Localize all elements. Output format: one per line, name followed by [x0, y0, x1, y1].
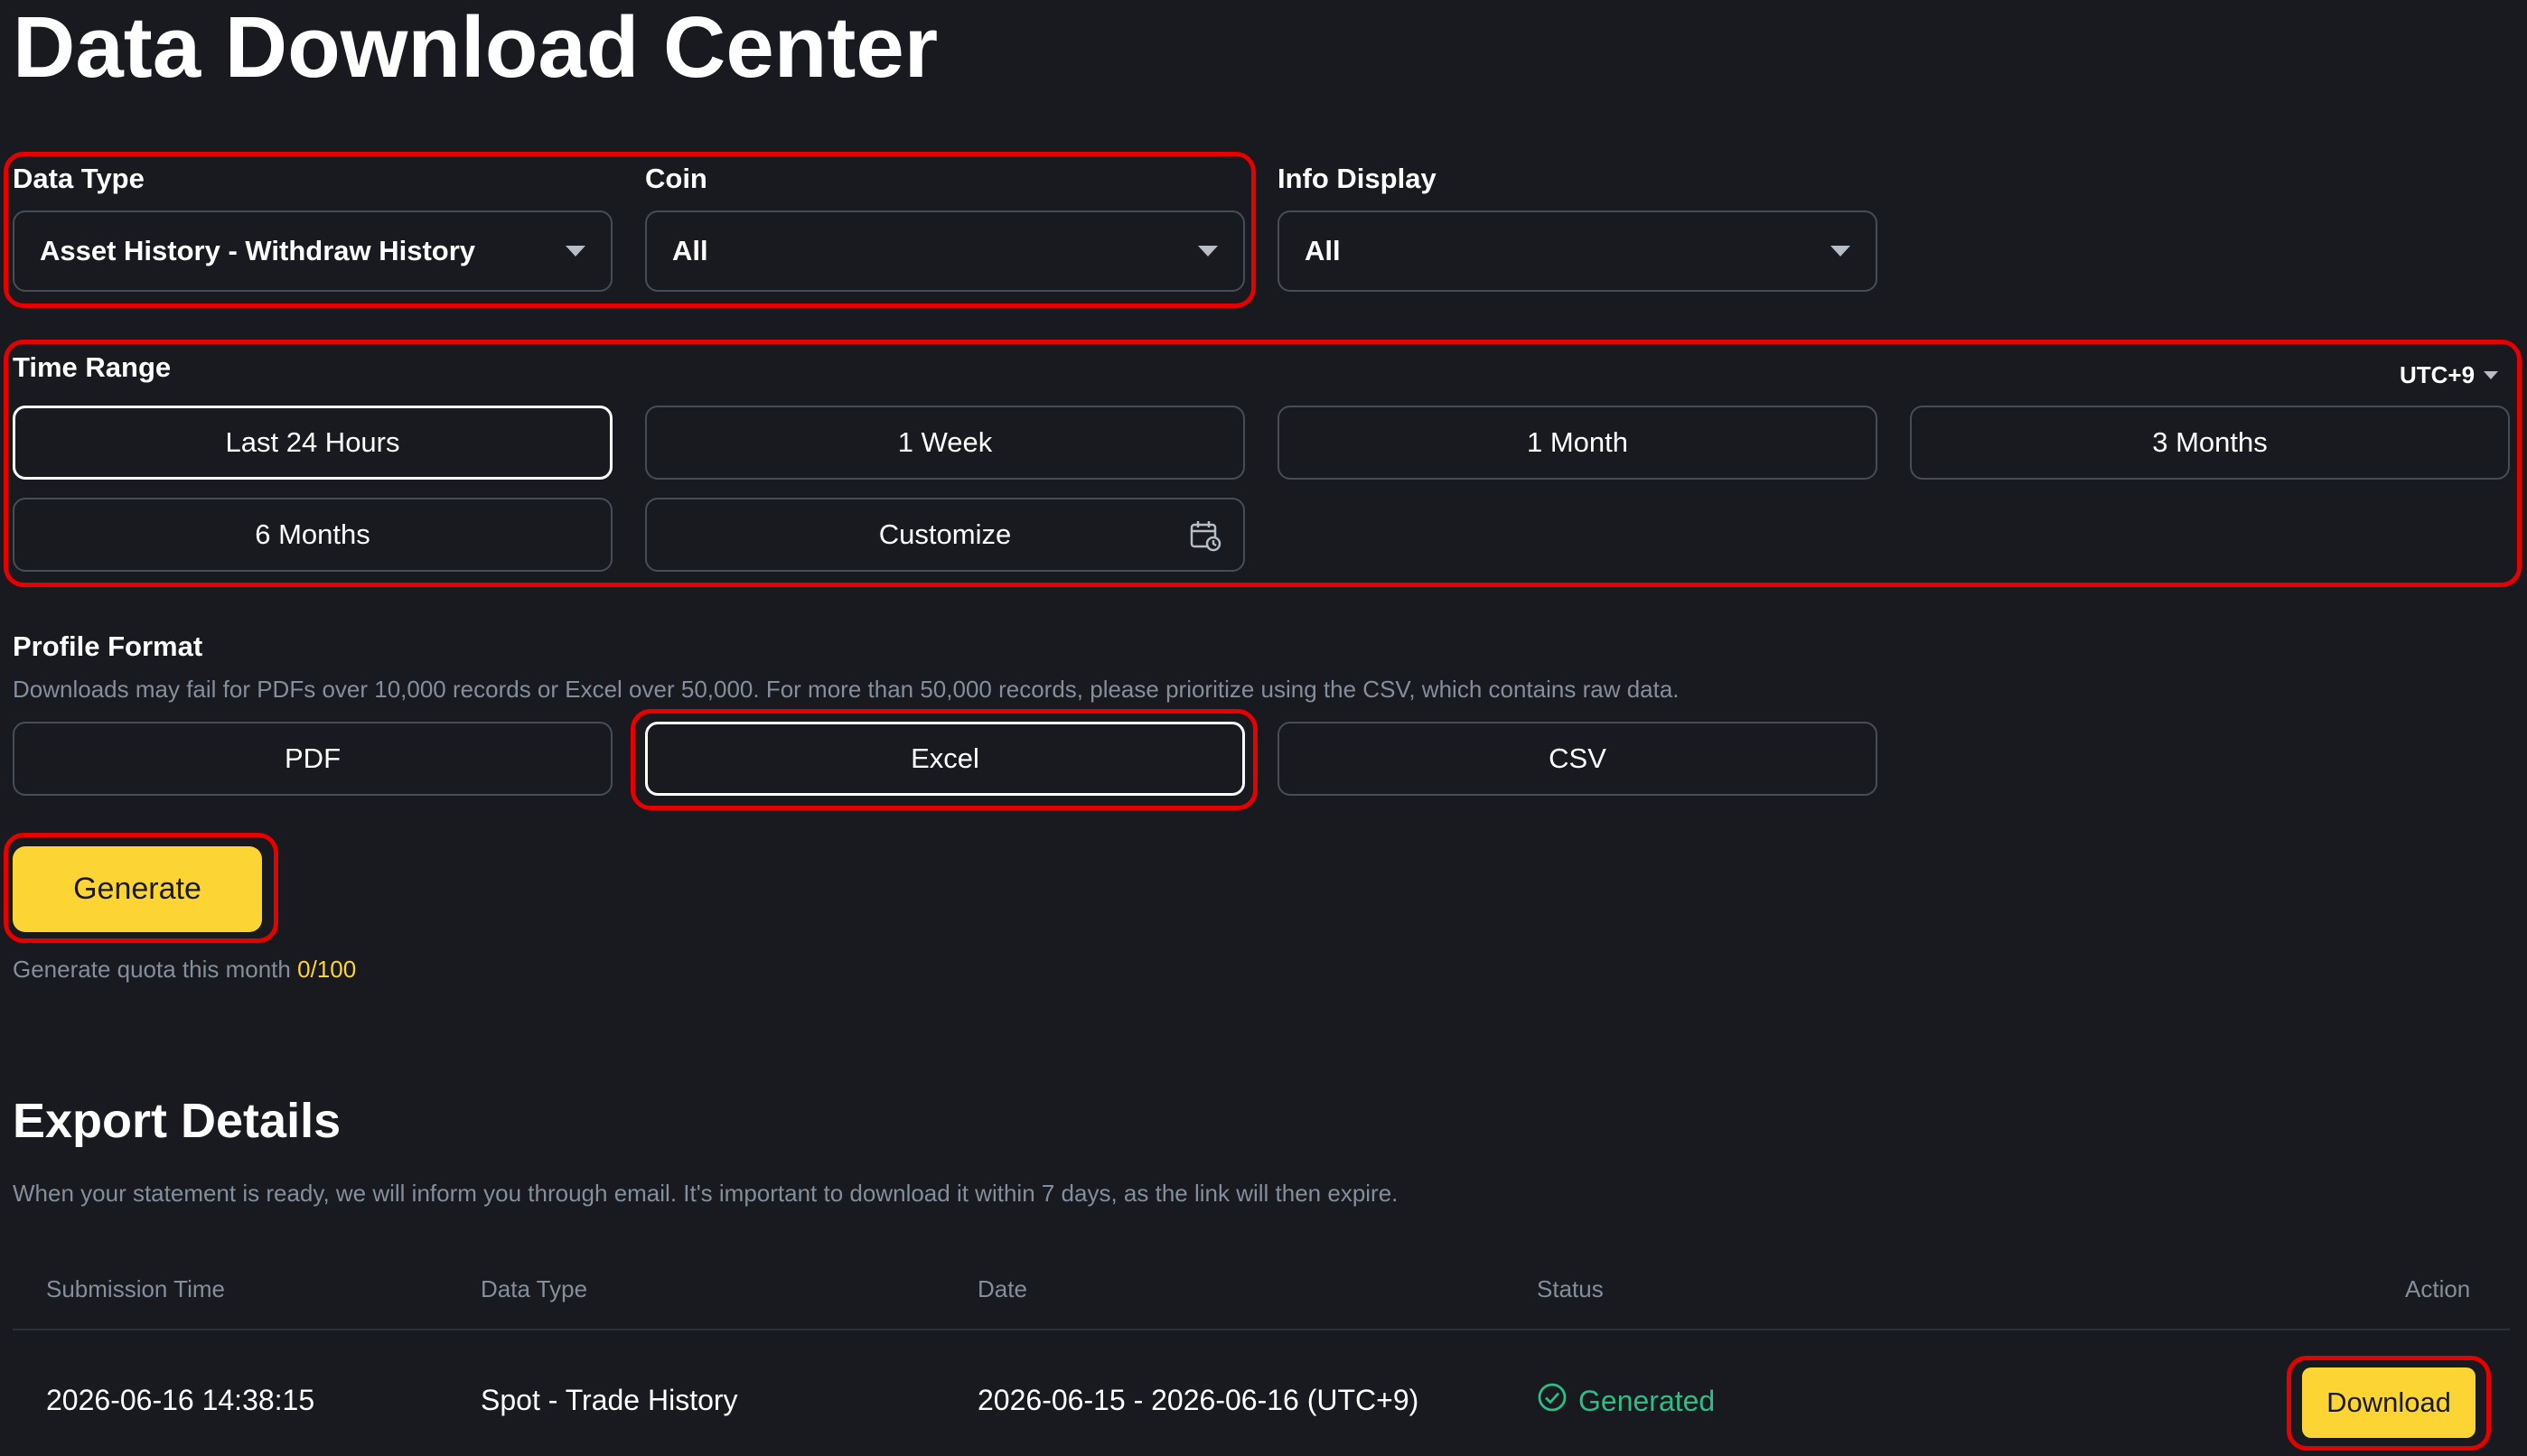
time-option-last-24-hours[interactable]: Last 24 Hours — [13, 406, 613, 480]
time-option-6-months[interactable]: 6 Months — [13, 498, 613, 572]
format-option-excel[interactable]: Excel — [645, 722, 1245, 796]
time-option-1-week[interactable]: 1 Week — [645, 406, 1245, 480]
column-header-date: Date — [978, 1275, 1027, 1302]
profile-format-note: Downloads may fail for PDFs over 10,000 … — [13, 676, 1680, 703]
cell-status: Generated — [1537, 1382, 1715, 1420]
generate-button[interactable]: Generate — [13, 846, 262, 932]
time-range-label: Time Range — [13, 351, 172, 383]
timezone-select[interactable]: UTC+9 — [2400, 361, 2499, 389]
coin-select[interactable]: All — [645, 210, 1245, 292]
generate-quota-label: Generate quota this month — [13, 956, 291, 983]
export-details-note: When your statement is ready, we will in… — [13, 1180, 1399, 1207]
column-header-data-type: Data Type — [481, 1275, 588, 1302]
column-header-action: Action — [2405, 1275, 2471, 1302]
caret-down-icon — [566, 246, 585, 257]
time-option-label: 1 Month — [1526, 426, 1628, 458]
generate-quota-value: 0/100 — [297, 956, 357, 983]
time-option-label: 1 Week — [897, 426, 993, 458]
time-option-label: Last 24 Hours — [225, 426, 400, 458]
status-text: Generated — [1578, 1384, 1716, 1417]
download-button[interactable]: Download — [2302, 1367, 2476, 1438]
time-option-label: Customize — [878, 518, 1012, 550]
data-type-select[interactable]: Asset History - Withdraw History — [13, 210, 613, 292]
time-option-label: 3 Months — [2152, 426, 2268, 458]
cell-data-type: Spot - Trade History — [481, 1384, 738, 1416]
format-option-label: Excel — [911, 742, 979, 774]
page-title: Data Download Center — [13, 0, 939, 96]
check-circle-icon — [1537, 1382, 1568, 1420]
time-option-customize[interactable]: Customize — [645, 498, 1245, 572]
cell-submission-time: 2026-06-16 14:38:15 — [46, 1384, 315, 1416]
time-option-label: 6 Months — [255, 518, 370, 550]
table-row: 2026-06-16 14:38:15 Spot - Trade History… — [0, 1337, 2527, 1456]
format-option-pdf[interactable]: PDF — [13, 722, 613, 796]
caret-down-icon — [1198, 246, 1218, 257]
data-type-value: Asset History - Withdraw History — [40, 235, 476, 266]
caret-down-icon — [2484, 371, 2499, 379]
coin-value: All — [672, 235, 708, 266]
format-option-label: PDF — [285, 742, 341, 774]
info-display-value: All — [1305, 235, 1341, 266]
timezone-value: UTC+9 — [2400, 361, 2476, 388]
table-divider — [13, 1329, 2510, 1330]
caret-down-icon — [1830, 246, 1850, 257]
cell-date: 2026-06-15 - 2026-06-16 (UTC+9) — [978, 1384, 1419, 1416]
time-option-1-month[interactable]: 1 Month — [1278, 406, 1877, 480]
column-header-submission-time: Submission Time — [46, 1275, 225, 1302]
time-option-3-months[interactable]: 3 Months — [1910, 406, 2510, 480]
profile-format-label: Profile Format — [13, 630, 203, 662]
info-display-select[interactable]: All — [1278, 210, 1877, 292]
export-details-title: Export Details — [13, 1094, 342, 1148]
coin-label: Coin — [645, 163, 707, 194]
column-header-status: Status — [1537, 1275, 1604, 1302]
format-option-csv[interactable]: CSV — [1278, 722, 1877, 796]
info-display-label: Info Display — [1278, 163, 1437, 194]
format-option-label: CSV — [1549, 742, 1606, 774]
generate-quota: Generate quota this month 0/100 — [13, 956, 356, 984]
calendar-icon — [1189, 519, 1221, 559]
data-type-label: Data Type — [13, 163, 145, 194]
